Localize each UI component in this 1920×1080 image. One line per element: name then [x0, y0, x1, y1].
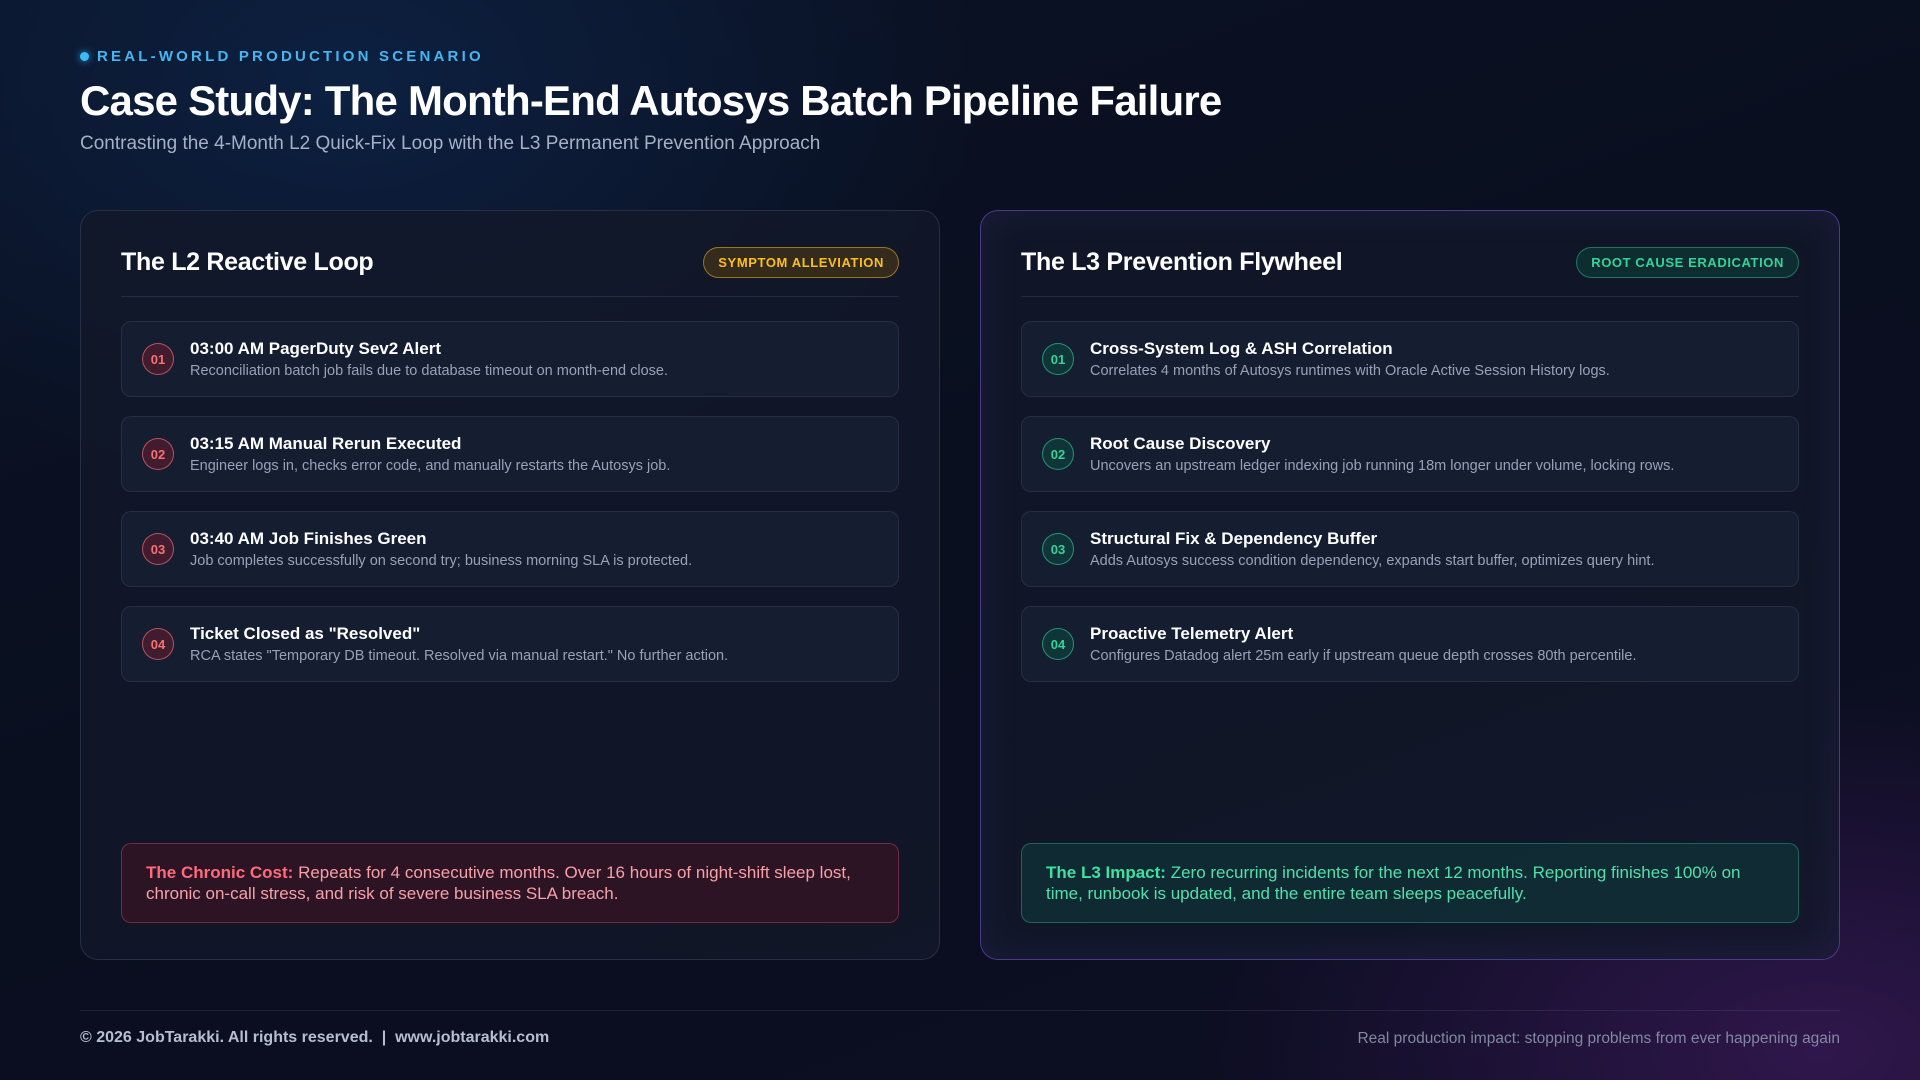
page-title: Case Study: The Month-End Autosys Batch …: [80, 77, 1222, 124]
step-description: Job completes successfully on second try…: [190, 553, 693, 569]
step-number: 02: [1042, 438, 1074, 470]
step-number: 03: [1042, 533, 1074, 565]
step-number: 01: [142, 343, 174, 375]
step-card: 03 03:40 AM Job Finishes Green Job compl…: [121, 511, 899, 587]
step-number: 02: [142, 438, 174, 470]
step-title: Cross-System Log & ASH Correlation: [1090, 339, 1393, 358]
step-body: Root Cause Discovery Uncovers an upstrea…: [1090, 434, 1674, 474]
l3-prevention-flywheel-panel: The L3 Prevention Flywheel ROOT CAUSE ER…: [980, 210, 1840, 960]
step-description: RCA states "Temporary DB timeout. Resolv…: [190, 648, 729, 664]
step-description: Adds Autosys success condition dependenc…: [1090, 553, 1655, 569]
footer-divider: [80, 1010, 1840, 1011]
step-body: Structural Fix & Dependency Buffer Adds …: [1090, 529, 1655, 569]
step-body: Proactive Telemetry Alert Configures Dat…: [1090, 624, 1636, 664]
step-title: Ticket Closed as "Resolved": [190, 624, 421, 643]
panel-header: The L2 Reactive Loop SYMPTOM ALLEVIATION: [121, 247, 899, 297]
callout-lead: The Chronic Cost:: [146, 862, 294, 882]
step-title: Root Cause Discovery: [1090, 434, 1271, 453]
step-number: 04: [142, 628, 174, 660]
step-card: 01 03:00 AM PagerDuty Sev2 Alert Reconci…: [121, 321, 899, 397]
step-description: Reconciliation batch job fails due to da…: [190, 363, 668, 379]
chronic-cost-callout: The Chronic Cost: Repeats for 4 consecut…: [121, 843, 899, 923]
footer-tagline: Real production impact: stopping problem…: [1357, 1030, 1840, 1047]
eyebrow-label: REAL-WORLD PRODUCTION SCENARIO: [97, 48, 484, 65]
panel-title: The L2 Reactive Loop: [121, 248, 374, 276]
l3-impact-callout: The L3 Impact: Zero recurring incidents …: [1021, 843, 1799, 923]
step-number: 01: [1042, 343, 1074, 375]
callout-lead: The L3 Impact:: [1046, 862, 1166, 882]
symptom-alleviation-badge: SYMPTOM ALLEVIATION: [703, 247, 899, 278]
step-title: 03:15 AM Manual Rerun Executed: [190, 434, 462, 453]
step-number: 03: [142, 533, 174, 565]
step-description: Engineer logs in, checks error code, and…: [190, 458, 671, 474]
step-list: 01 Cross-System Log & ASH Correlation Co…: [1021, 321, 1799, 682]
step-title: 03:40 AM Job Finishes Green: [190, 529, 427, 548]
step-card: 02 03:15 AM Manual Rerun Executed Engine…: [121, 416, 899, 492]
step-body: 03:15 AM Manual Rerun Executed Engineer …: [190, 434, 670, 474]
step-card: 02 Root Cause Discovery Uncovers an upst…: [1021, 416, 1799, 492]
step-description: Correlates 4 months of Autosys runtimes …: [1090, 363, 1610, 379]
l2-reactive-loop-panel: The L2 Reactive Loop SYMPTOM ALLEVIATION…: [80, 210, 940, 960]
step-description: Configures Datadog alert 25m early if up…: [1090, 648, 1637, 664]
step-card: 01 Cross-System Log & ASH Correlation Co…: [1021, 321, 1799, 397]
step-title: 03:00 AM PagerDuty Sev2 Alert: [190, 339, 442, 358]
step-title: Proactive Telemetry Alert: [1090, 624, 1294, 643]
step-title: Structural Fix & Dependency Buffer: [1090, 529, 1378, 548]
step-body: 03:40 AM Job Finishes Green Job complete…: [190, 529, 692, 569]
header: REAL-WORLD PRODUCTION SCENARIO Case Stud…: [80, 48, 1222, 155]
step-number: 04: [1042, 628, 1074, 660]
callout-text: The Chronic Cost: Repeats for 4 consecut…: [146, 862, 874, 905]
step-body: Cross-System Log & ASH Correlation Corre…: [1090, 339, 1610, 379]
step-card: 03 Structural Fix & Dependency Buffer Ad…: [1021, 511, 1799, 587]
panel-header: The L3 Prevention Flywheel ROOT CAUSE ER…: [1021, 247, 1799, 297]
step-body: 03:00 AM PagerDuty Sev2 Alert Reconcilia…: [190, 339, 668, 379]
root-cause-eradication-badge: ROOT CAUSE ERADICATION: [1576, 247, 1799, 278]
callout-text: The L3 Impact: Zero recurring incidents …: [1046, 862, 1774, 905]
page-subtitle: Contrasting the 4-Month L2 Quick-Fix Loo…: [80, 133, 821, 154]
step-body: Ticket Closed as "Resolved" RCA states "…: [190, 624, 728, 664]
step-card: 04 Proactive Telemetry Alert Configures …: [1021, 606, 1799, 682]
step-card: 04 Ticket Closed as "Resolved" RCA state…: [121, 606, 899, 682]
eyebrow-dot-icon: [80, 52, 89, 61]
panel-title: The L3 Prevention Flywheel: [1021, 248, 1343, 276]
footer-copyright: © 2026 JobTarakki. All rights reserved. …: [80, 1029, 550, 1046]
eyebrow: REAL-WORLD PRODUCTION SCENARIO: [80, 48, 1221, 65]
step-list: 01 03:00 AM PagerDuty Sev2 Alert Reconci…: [121, 321, 899, 682]
step-description: Uncovers an upstream ledger indexing job…: [1090, 458, 1675, 474]
